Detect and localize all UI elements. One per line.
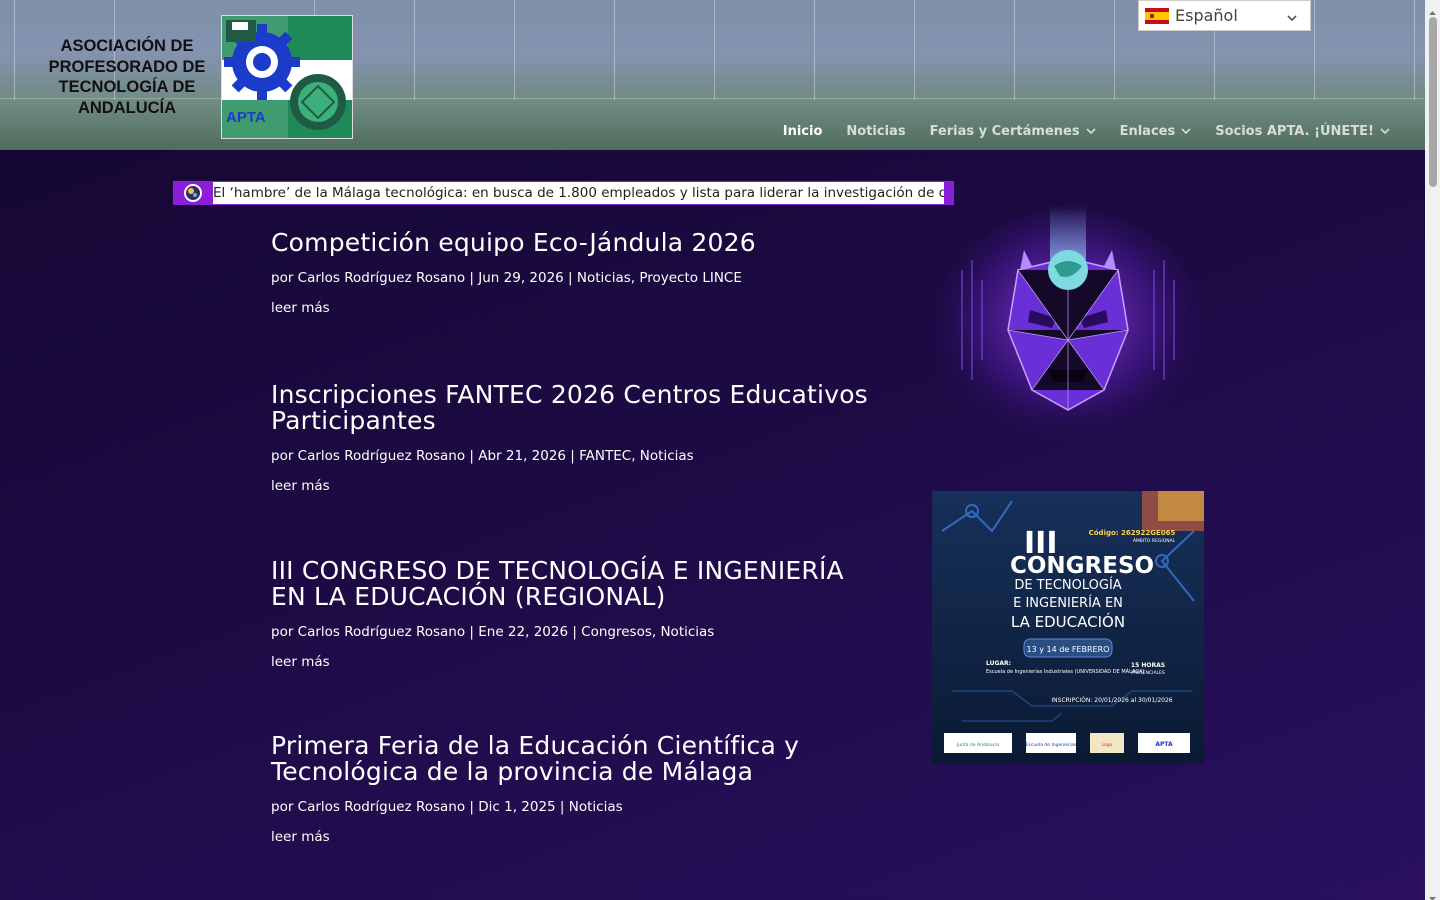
post-meta: por Carlos Rodríguez Rosano | Ene 22, 20…	[271, 624, 715, 640]
post-meta: por Carlos Rodríguez Rosano | Dic 1, 202…	[271, 799, 623, 815]
svg-text:15 HORAS: 15 HORAS	[1131, 662, 1165, 669]
header-decoration	[1014, 0, 1015, 100]
page-scrollbar[interactable]	[1425, 0, 1440, 900]
header-decoration	[1414, 0, 1415, 100]
svg-text:Código: 262922GE065: Código: 262922GE065	[1089, 529, 1176, 537]
svg-text:LUGAR:: LUGAR:	[986, 660, 1011, 667]
language-select[interactable]: Español	[1138, 0, 1311, 31]
globe-icon	[173, 181, 213, 205]
svg-text:Escuela de Ingenierías Industr: Escuela de Ingenierías Industriales (UNI…	[986, 668, 1145, 675]
header-decoration	[414, 0, 415, 100]
scrollbar-thumb[interactable]	[1429, 17, 1437, 187]
read-more-link[interactable]: leer más	[271, 300, 330, 316]
svg-text:PRESENCIALES: PRESENCIALES	[1131, 670, 1165, 676]
post-item: Primera Feria de la Educación Científica…	[271, 733, 871, 846]
svg-text:APTA: APTA	[226, 109, 266, 126]
nav-label: Socios APTA. ¡ÚNETE!	[1215, 123, 1374, 139]
scroll-down-icon[interactable]	[1428, 888, 1437, 900]
header-decoration	[14, 0, 15, 100]
read-more-link[interactable]: leer más	[271, 478, 330, 494]
chevron-down-icon	[1286, 9, 1298, 28]
post-meta: por Carlos Rodríguez Rosano | Abr 21, 20…	[271, 448, 694, 464]
post-title[interactable]: Competición equipo Eco-Jándula 2026	[271, 230, 871, 256]
svg-text:APTA: APTA	[1155, 741, 1173, 748]
read-more-link[interactable]: leer más	[271, 829, 330, 845]
ai-face-illustration	[932, 200, 1204, 460]
post-title[interactable]: Inscripciones FANTEC 2026 Centros Educat…	[271, 382, 871, 434]
ticker-headline[interactable]: El ‘hambre’ de la Málaga tecnológica: en…	[213, 182, 944, 204]
post-title[interactable]: III CONGRESO DE TECNOLOGÍA E INGENIERÍA …	[271, 558, 871, 610]
post-title[interactable]: Primera Feria de la Educación Científica…	[271, 733, 871, 785]
header-decoration	[814, 0, 815, 100]
svg-text:Junta de Andalucía: Junta de Andalucía	[956, 741, 999, 748]
svg-text:INSCRIPCIÓN: 20/01/2026 al 30/: INSCRIPCIÓN: 20/01/2026 al 30/01/2026	[1051, 697, 1172, 704]
nav-item-inicio[interactable]: Inicio	[783, 121, 823, 141]
post-item: Inscripciones FANTEC 2026 Centros Educat…	[271, 382, 871, 495]
svg-text:E INGENIERÍA EN: E INGENIERÍA EN	[1013, 595, 1123, 611]
chevron-down-icon	[1380, 127, 1390, 135]
svg-text:13 y 14 de FEBRERO: 13 y 14 de FEBRERO	[1027, 645, 1110, 654]
scroll-up-icon[interactable]	[1428, 3, 1437, 15]
header-decoration	[714, 0, 715, 100]
nav-item-socios[interactable]: Socios APTA. ¡ÚNETE!	[1215, 121, 1390, 141]
chevron-down-icon	[1086, 127, 1096, 135]
nav-label: Noticias	[846, 123, 906, 139]
svg-text:LA EDUCACIÓN: LA EDUCACIÓN	[1011, 612, 1125, 631]
post-item: III CONGRESO DE TECNOLOGÍA E INGENIERÍA …	[271, 558, 871, 671]
congreso-poster[interactable]: Código: 262922GE065 ÁMBITO REGIONAL III …	[932, 491, 1204, 763]
nav-item-enlaces[interactable]: Enlaces	[1120, 121, 1192, 141]
language-selected: Español	[1175, 6, 1238, 25]
nav-label: Inicio	[782, 123, 823, 139]
nav-label: Ferias y Certámenes	[929, 123, 1080, 139]
header-decoration	[1114, 0, 1115, 100]
spain-flag-icon	[1145, 7, 1169, 24]
svg-text:Logo: Logo	[1102, 742, 1113, 748]
svg-text:CONGRESO: CONGRESO	[1010, 553, 1154, 579]
header-decoration	[514, 0, 515, 100]
svg-text:ÁMBITO REGIONAL: ÁMBITO REGIONAL	[1133, 537, 1176, 544]
apta-logo-icon: APTA	[222, 16, 352, 138]
svg-text:Escuela de Ingenierías: Escuela de Ingenierías	[1026, 741, 1077, 748]
nav-label: Enlaces	[1119, 123, 1176, 139]
chevron-down-icon	[1181, 127, 1191, 135]
header-decoration	[614, 0, 615, 100]
apta-logo[interactable]: APTA	[221, 15, 353, 139]
nav-item-noticias[interactable]: Noticias	[846, 121, 905, 141]
svg-text:DE TECNOLOGÍA: DE TECNOLOGÍA	[1014, 577, 1121, 593]
site-logo-text[interactable]: ASOCIACIÓN DE PROFESORADO DE TECNOLOGÍA …	[34, 36, 220, 118]
nav-item-ferias[interactable]: Ferias y Certámenes	[930, 121, 1096, 141]
post-meta: por Carlos Rodríguez Rosano | Jun 29, 20…	[271, 270, 742, 286]
header-decoration	[914, 0, 915, 100]
news-ticker: El ‘hambre’ de la Málaga tecnológica: en…	[173, 181, 954, 205]
main-navigation: Inicio Noticias Ferias y Certámenes Enla…	[759, 121, 1390, 141]
header-decoration	[1314, 0, 1315, 100]
post-item: Competición equipo Eco-Jándula 2026 por …	[271, 230, 871, 317]
read-more-link[interactable]: leer más	[271, 654, 330, 670]
